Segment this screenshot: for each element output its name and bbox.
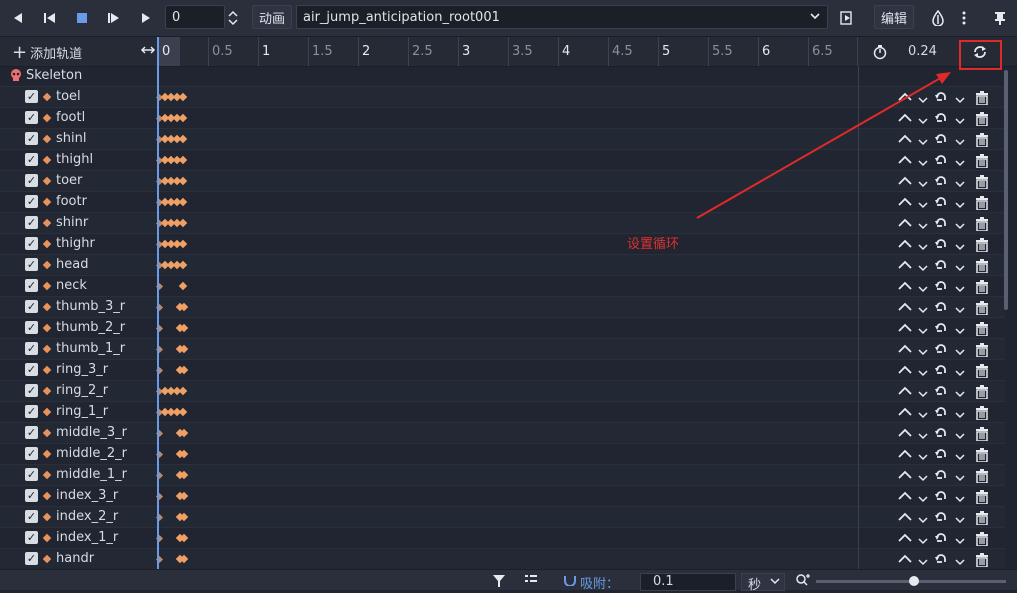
annotation-arrow [696, 72, 951, 219]
snap-value-input[interactable]: 0.1 [640, 573, 736, 591]
snap-unit-label: 秒 [748, 578, 762, 593]
snap-label: 吸附： [580, 577, 620, 592]
chevron-down-icon [770, 575, 780, 590]
zoom-slider[interactable] [816, 576, 1006, 586]
zoom-slider-handle[interactable] [909, 576, 919, 586]
snap-icon[interactable] [563, 574, 577, 590]
zoom-icon [795, 573, 811, 591]
bottom-bar: 吸附： 0.1 秒 [0, 569, 1017, 593]
annotation-text: 设置循环 [627, 237, 680, 252]
list-icon[interactable] [524, 574, 538, 590]
snap-unit-select[interactable]: 秒 [741, 573, 785, 593]
filter-icon[interactable] [492, 574, 506, 592]
